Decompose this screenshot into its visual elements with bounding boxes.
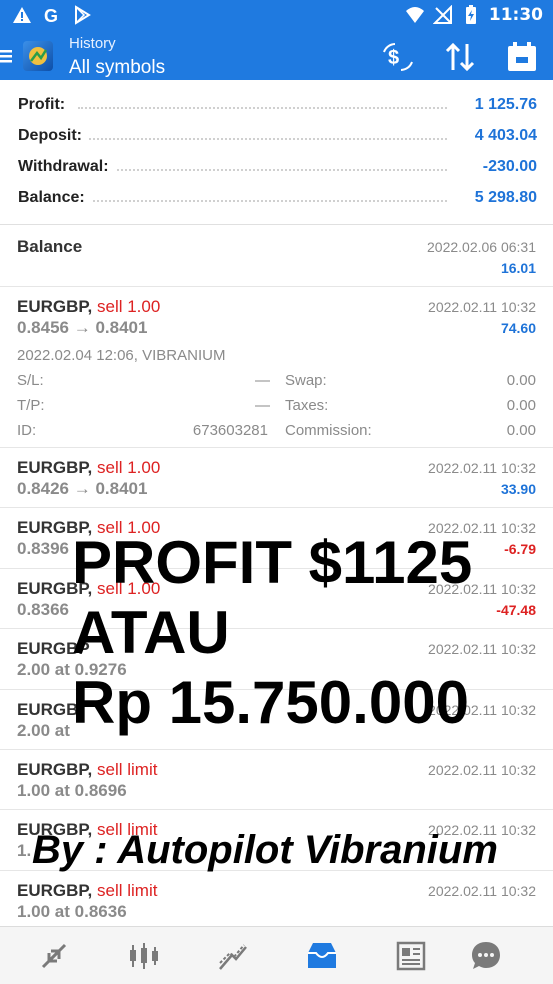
deal-prices: 0.8366 xyxy=(17,600,69,619)
app-bar-subtitle: History xyxy=(69,35,116,52)
order-symbol: EURGB xyxy=(17,700,79,719)
balance-title: Balance xyxy=(17,237,83,256)
overlay-profit-text: PROFIT $1125 xyxy=(72,529,473,596)
menu-icon[interactable] xyxy=(0,42,14,70)
order-volume: 2.00 at xyxy=(17,721,70,740)
order-date: 2022.02.11 10:32 xyxy=(428,883,536,899)
order-symbol: EURGBP, sell limit xyxy=(17,760,158,779)
deal-symbol: EURGBP, sell 1.00 xyxy=(17,297,161,316)
order-row[interactable]: EURGBP, sell limit 1.00 at 0.8696 2022.0… xyxy=(0,750,553,810)
history-icon[interactable] xyxy=(305,939,339,973)
deal-date: 2022.02.11 10:32 xyxy=(428,299,536,315)
id-value: 673603281 xyxy=(192,422,268,439)
play-store-icon xyxy=(75,5,91,25)
tp-label: T/P: xyxy=(17,397,45,414)
summary-balance: Balance: 5 298.80 xyxy=(18,173,537,207)
overlay-atau-text: ATAU xyxy=(72,599,230,666)
app-bar: History All symbols $ xyxy=(0,32,553,80)
deal-amount: -47.48 xyxy=(496,602,536,618)
commission-label: Commission: xyxy=(285,422,372,439)
balance-date: 2022.02.06 06:31 xyxy=(427,239,536,255)
svg-text:$: $ xyxy=(388,47,399,69)
tp-value: — xyxy=(255,397,270,414)
order-volume: 1. xyxy=(17,841,32,860)
trade-icon[interactable] xyxy=(216,939,250,973)
news-icon[interactable] xyxy=(394,939,428,973)
order-date: 2022.02.11 10:32 xyxy=(428,762,536,778)
clock: 11:30 xyxy=(488,5,543,25)
wifi-icon xyxy=(405,7,424,23)
summary-profit: Profit: 1 125.76 xyxy=(18,80,537,114)
sl-label: S/L: xyxy=(17,372,44,389)
balance-amount: 16.01 xyxy=(500,260,536,276)
battery-charging-icon xyxy=(465,5,476,24)
warning-icon xyxy=(13,7,31,23)
overlay-rupiah-text: Rp 15.750.000 xyxy=(72,669,469,736)
deal-amount: -6.79 xyxy=(504,541,536,557)
overlay-byline-text: By : Autopilot Vibranium xyxy=(32,828,498,872)
order-symbol: EURGBP, sell limit xyxy=(17,881,158,900)
id-label: ID: xyxy=(17,422,37,439)
no-signal-icon xyxy=(432,5,452,24)
deal-row-expanded[interactable]: EURGBP, sell 1.00 0.8456 → 0.8401 2022.0… xyxy=(0,287,553,448)
balance-label: Balance: xyxy=(18,189,91,207)
deal-prices: 0.8426 → 0.8401 xyxy=(17,479,148,498)
chart-icon[interactable] xyxy=(127,939,161,973)
chat-icon[interactable] xyxy=(469,939,503,973)
app-bar-title[interactable]: All symbols xyxy=(69,57,165,79)
swap-label: Swap: xyxy=(285,372,327,389)
app-logo-icon xyxy=(23,41,53,71)
taxes-value: 0.00 xyxy=(506,397,536,414)
commission-value: 0.00 xyxy=(506,422,536,439)
deal-prices: 0.8396 xyxy=(17,539,69,558)
deal-amount: 33.90 xyxy=(500,481,536,497)
status-bar: G 11:30 xyxy=(0,0,553,32)
deal-date: 2022.02.11 10:32 xyxy=(428,460,536,476)
summary-deposit: Deposit: 4 403.04 xyxy=(18,111,537,145)
calendar-icon[interactable] xyxy=(505,40,539,74)
swap-value: 0.00 xyxy=(506,372,536,389)
order-volume: 1.00 at 0.8696 xyxy=(17,781,127,800)
svg-text:G: G xyxy=(44,6,58,25)
balance-operation-row[interactable]: Balance 2022.02.06 06:31 16.01 xyxy=(0,225,553,287)
summary-withdrawal: Withdrawal: -230.00 xyxy=(18,142,537,176)
bottom-navigation xyxy=(0,926,553,984)
sort-icon[interactable] xyxy=(443,40,477,74)
balance-value: 5 298.80 xyxy=(468,189,537,207)
history-summary: Profit: 1 125.76 Deposit: 4 403.04 Withd… xyxy=(0,80,553,225)
taxes-label: Taxes: xyxy=(285,397,329,414)
currency-exchange-icon[interactable]: $ xyxy=(381,40,415,74)
order-volume: 1.00 at 0.8636 xyxy=(17,902,127,921)
sl-value: — xyxy=(255,372,270,389)
deal-side: sell 1.00 xyxy=(97,297,161,316)
deal-row[interactable]: EURGBP, sell 1.00 0.8426 → 0.8401 2022.0… xyxy=(0,448,553,508)
quotes-icon[interactable] xyxy=(37,939,71,973)
order-date: 2022.02.11 10:32 xyxy=(428,641,536,657)
google-icon: G xyxy=(44,6,58,25)
deal-prices: 0.8456 → 0.8401 xyxy=(17,318,148,337)
deal-amount: 74.60 xyxy=(500,320,536,336)
deal-open-info: 2022.02.04 12:06, VIBRANIUM xyxy=(17,347,226,364)
order-row[interactable]: EURGBP, sell limit 1.00 at 0.8636 2022.0… xyxy=(0,871,553,926)
deal-symbol: EURGBP, sell 1.00 xyxy=(17,458,161,477)
